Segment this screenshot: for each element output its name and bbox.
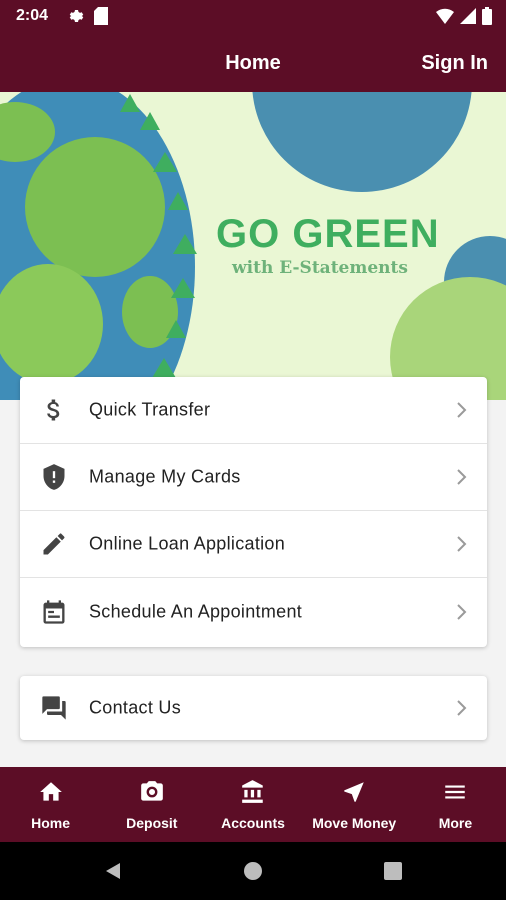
- nav-tab-more[interactable]: More: [405, 767, 506, 842]
- menu-item-quick-transfer[interactable]: Quick Transfer: [20, 377, 487, 444]
- calendar-icon: [43, 599, 65, 624]
- bank-icon: [242, 780, 263, 803]
- nav-tab-home[interactable]: Home: [0, 767, 101, 842]
- menu-item-label: Contact Us: [89, 697, 182, 718]
- system-nav-bar: [0, 842, 506, 900]
- banner-subline: with E-Statements: [232, 258, 408, 278]
- back-icon[interactable]: [102, 861, 122, 881]
- sign-in-button[interactable]: Sign In: [421, 52, 488, 75]
- gear-icon: [69, 10, 84, 22]
- dollar-icon: [47, 399, 60, 421]
- recents-icon[interactable]: [384, 862, 402, 880]
- nav-tab-label: Home: [31, 815, 71, 831]
- menu-item-label: Manage My Cards: [89, 466, 241, 487]
- shield-icon: [43, 464, 65, 490]
- nav-tab-move-money[interactable]: Move Money: [304, 767, 405, 842]
- status-bar: 2:04: [0, 0, 506, 32]
- app-bar: Home Sign In: [0, 32, 506, 92]
- nav-tab-label: Move Money: [312, 815, 397, 831]
- battery-icon: [482, 7, 492, 25]
- chevron-right-icon: [457, 700, 467, 716]
- menu-item-manage-cards[interactable]: Manage My Cards: [20, 444, 487, 511]
- contact-card: Contact Us: [20, 676, 487, 740]
- banner-headline: GO GREEN: [216, 212, 440, 256]
- chevron-right-icon: [457, 603, 467, 620]
- menu-item-schedule-appointment[interactable]: Schedule An Appointment: [20, 578, 487, 645]
- nav-tab-label: Accounts: [221, 815, 285, 831]
- menu-item-contact-us[interactable]: Contact Us: [20, 676, 487, 740]
- menu-icon: [445, 785, 466, 799]
- menu-item-loan-application[interactable]: Online Loan Application: [20, 511, 487, 578]
- chevron-right-icon: [457, 536, 467, 552]
- menu-item-label: Online Loan Application: [89, 533, 286, 554]
- nav-tab-label: More: [438, 815, 473, 831]
- status-time: 2:04: [16, 7, 49, 24]
- nav-tab-label: Deposit: [126, 815, 178, 831]
- menu-item-label: Schedule An Appointment: [89, 601, 303, 621]
- signal-icon: [460, 8, 476, 24]
- bottom-nav: Home Deposit Accounts Move Money More: [0, 767, 506, 842]
- menu-item-label: Quick Transfer: [89, 399, 211, 420]
- home-circle-icon[interactable]: [243, 861, 263, 881]
- wifi-icon: [436, 8, 454, 24]
- pencil-icon: [43, 533, 65, 555]
- nav-tab-deposit[interactable]: Deposit: [101, 767, 202, 842]
- chevron-right-icon: [457, 469, 467, 485]
- nav-tab-accounts[interactable]: Accounts: [202, 767, 303, 842]
- sd-card-icon: [94, 7, 108, 25]
- menu-card: Quick Transfer Manage My Cards Online Lo…: [20, 377, 487, 647]
- chevron-right-icon: [457, 402, 467, 418]
- camera-icon: [140, 781, 163, 801]
- chat-icon: [42, 696, 66, 720]
- home-icon: [39, 782, 62, 801]
- navigation-icon: [344, 782, 364, 802]
- go-green-banner[interactable]: GO GREEN with E-Statements: [0, 92, 506, 400]
